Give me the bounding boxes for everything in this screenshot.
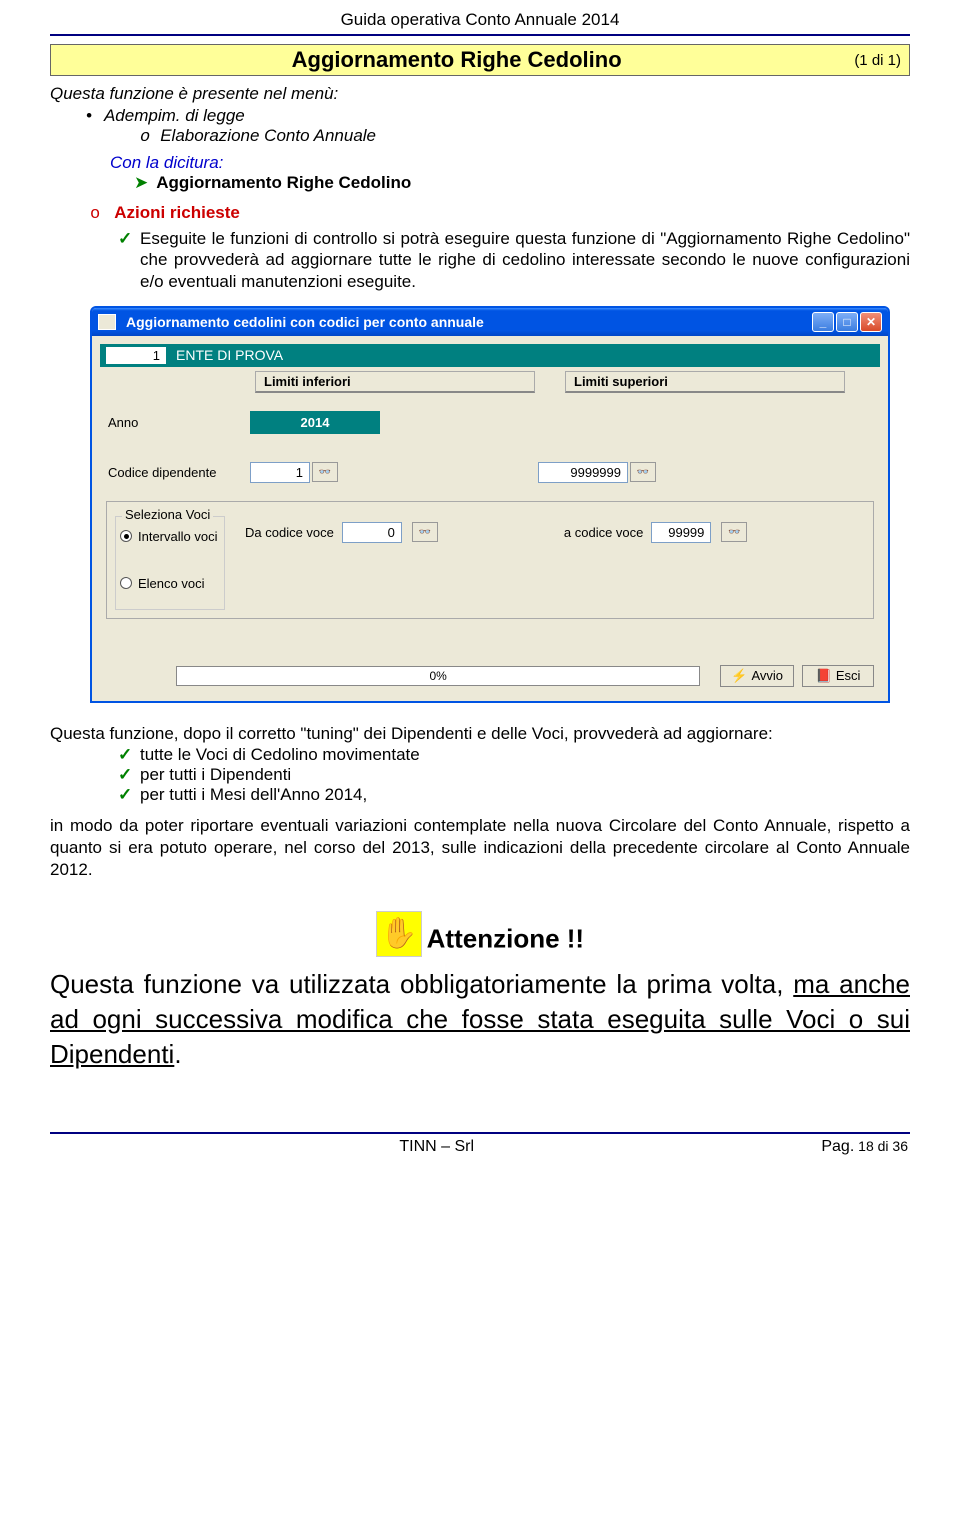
window-title: Aggiornamento cedolini con codici per co… (122, 314, 812, 330)
lookup-button-voce-from[interactable]: 👓 (412, 522, 438, 542)
codice-dipendente-label: Codice dipendente (100, 465, 250, 480)
menu-bullet: Adempim. di legge (50, 106, 910, 126)
attention-label: Attenzione !! (427, 923, 584, 953)
minimize-button[interactable]: _ (812, 312, 834, 332)
window-titlebar[interactable]: Aggiornamento cedolini con codici per co… (92, 308, 888, 336)
anno-label: Anno (100, 415, 250, 430)
radio-intervallo-voci[interactable]: Intervallo voci (120, 523, 220, 544)
lookup-button-dip-to[interactable]: 👓 (630, 462, 656, 482)
seleziona-voci-radios: Seleziona Voci Intervallo voci Elenco vo… (115, 516, 225, 610)
azioni-paragraph: Eseguite le funzioni di controllo si pot… (50, 228, 910, 292)
body-paragraph: in modo da poter riportare eventuali var… (50, 815, 910, 881)
radio-elenco-voci[interactable]: Elenco voci (120, 570, 220, 591)
section-title: Aggiornamento Righe Cedolino (59, 47, 854, 73)
window-icon (98, 314, 116, 330)
da-codice-voce-input[interactable] (342, 522, 402, 543)
close-button[interactable]: ✕ (860, 312, 882, 332)
footer-company: TINN – Srl (52, 1138, 821, 1156)
after-intro: Questa funzione, dopo il corretto "tunin… (50, 723, 910, 745)
radio-icon (120, 577, 132, 589)
codice-dipendente-to-input[interactable] (538, 462, 628, 483)
run-icon: ⚡ (731, 668, 747, 684)
da-codice-voce-label: Da codice voce (245, 525, 334, 540)
ente-name: ENTE DI PROVA (176, 347, 283, 363)
intro-text: Questa funzione è presente nel menù: (50, 84, 910, 104)
limits-superiori-header: Limiti superiori (565, 371, 845, 393)
a-codice-voce-input[interactable] (651, 522, 711, 543)
exit-icon: 📕 (816, 668, 832, 684)
codice-dipendente-from-input[interactable] (250, 462, 310, 483)
ente-number: 1 (106, 347, 166, 364)
a-codice-voce-label: a codice voce (564, 525, 644, 540)
azioni-richieste-heading: Azioni richieste (50, 203, 910, 224)
check-item-2: per tutti i Dipendenti (140, 765, 910, 785)
progress-bar: 0% (176, 666, 700, 686)
big-paragraph: Questa funzione va utilizzata obbligator… (50, 967, 910, 1072)
check-item-1: tutte le Voci di Cedolino movimentate (140, 745, 910, 765)
lookup-button-dip-from[interactable]: 👓 (312, 462, 338, 482)
header-divider (50, 34, 910, 36)
radio-icon (120, 530, 132, 542)
seleziona-voci-group: Seleziona Voci Intervallo voci Elenco vo… (106, 501, 874, 619)
esci-button[interactable]: 📕 Esci (802, 665, 874, 687)
app-window: Aggiornamento cedolini con codici per co… (90, 306, 890, 703)
menu-sub-bullet: Elaborazione Conto Annuale (50, 126, 910, 147)
attention-row: ✋ Attenzione !! (50, 911, 910, 957)
con-la-dicitura: Con la dicitura: (50, 153, 910, 173)
footer-page: Pag. 18 di 36 (821, 1138, 908, 1156)
limits-header-row: Limiti inferiori Limiti superiori (100, 371, 880, 393)
anno-value: 2014 (250, 411, 380, 434)
section-page-indicator: (1 di 1) (854, 52, 901, 69)
avvio-button[interactable]: ⚡ Avvio (720, 665, 794, 687)
check-item-3: per tutti i Mesi dell'Anno 2014, (140, 785, 910, 805)
seleziona-voci-legend: Seleziona Voci (122, 507, 213, 522)
maximize-button[interactable]: □ (836, 312, 858, 332)
lookup-button-voce-to[interactable]: 👓 (721, 522, 747, 542)
doc-header: Guida operativa Conto Annuale 2014 (50, 0, 910, 34)
ente-bar: 1 ENTE DI PROVA (100, 344, 880, 367)
limits-inferiori-header: Limiti inferiori (255, 371, 535, 393)
hand-icon: ✋ (376, 911, 422, 957)
section-title-bar: Aggiornamento Righe Cedolino (1 di 1) (50, 44, 910, 76)
arrow-item: Aggiornamento Righe Cedolino (50, 173, 910, 193)
